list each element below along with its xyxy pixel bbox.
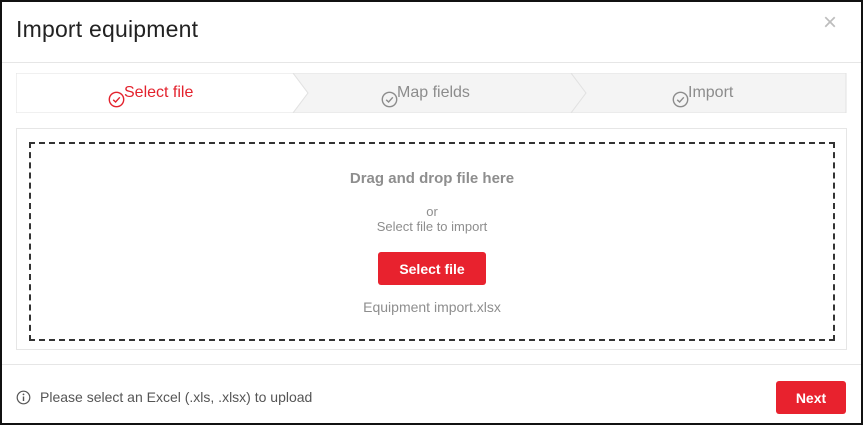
- upload-hint: Please select an Excel (.xls, .xlsx) to …: [40, 389, 313, 405]
- step-map-fields[interactable]: Map fields: [381, 73, 470, 113]
- dialog-title: Import equipment: [16, 16, 199, 42]
- dropzone-title: Drag and drop file here: [349, 170, 515, 187]
- file-dropzone[interactable]: Drag and drop file here or Select file t…: [29, 142, 835, 341]
- dialog-header: Import equipment ×: [2, 2, 861, 63]
- dropzone-or: or: [426, 204, 438, 219]
- upload-panel: Drag and drop file here or Select file t…: [16, 128, 847, 350]
- dialog-footer: Please select an Excel (.xls, .xlsx) to …: [2, 364, 861, 424]
- step-label: Map fields: [397, 84, 470, 101]
- close-icon[interactable]: ×: [819, 11, 841, 35]
- selected-file-name: Equipment import.xlsx: [363, 299, 501, 315]
- step-label: Import: [688, 84, 734, 101]
- step-label: Select file: [124, 84, 194, 101]
- step-import[interactable]: Import: [672, 73, 733, 113]
- next-button[interactable]: Next: [776, 381, 846, 414]
- step-select-file[interactable]: Select file: [108, 73, 193, 113]
- info-icon: [16, 390, 31, 410]
- import-dialog: Import equipment × Select file Map field…: [0, 0, 863, 425]
- stepper: Select file Map fields Import: [16, 73, 847, 113]
- dropzone-subtitle: Select file to import: [376, 219, 488, 234]
- select-file-button[interactable]: Select file: [378, 252, 486, 285]
